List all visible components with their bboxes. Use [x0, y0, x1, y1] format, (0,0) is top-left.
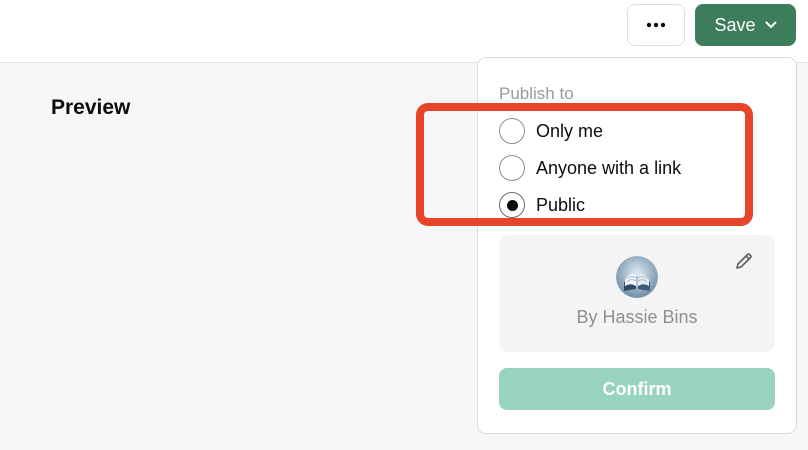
save-button-label: Save — [714, 14, 756, 35]
radio-selected-dot — [506, 199, 518, 211]
book-avatar-icon — [616, 256, 658, 298]
radio-button[interactable] — [499, 118, 525, 144]
top-bar: Save — [0, 0, 808, 63]
radio-button[interactable] — [499, 155, 525, 181]
chevron-down-icon — [765, 21, 777, 28]
preview-title: Preview — [51, 96, 131, 119]
pencil-icon[interactable] — [733, 250, 755, 272]
author-byline: By Hassie Bins — [576, 307, 698, 327]
radio-option-label: Anyone with a link — [536, 157, 682, 178]
radio-option-anyone-with-link[interactable]: Anyone with a link — [499, 155, 681, 181]
ellipsis-icon — [646, 22, 666, 28]
gpt-preview-card: By Hassie Bins — [499, 235, 775, 352]
save-button[interactable]: Save — [695, 4, 796, 46]
more-options-button[interactable] — [627, 4, 685, 46]
publish-dropdown-panel: Publish to Only me Anyone with a link Pu… — [477, 57, 797, 434]
radio-option-only-me[interactable]: Only me — [499, 118, 603, 144]
radio-option-label: Public — [536, 194, 586, 215]
radio-button-selected[interactable] — [499, 192, 525, 218]
publish-to-label: Publish to — [499, 84, 574, 103]
radio-option-public[interactable]: Public — [499, 192, 585, 218]
confirm-button[interactable]: Confirm — [499, 368, 775, 410]
radio-option-label: Only me — [536, 120, 604, 141]
